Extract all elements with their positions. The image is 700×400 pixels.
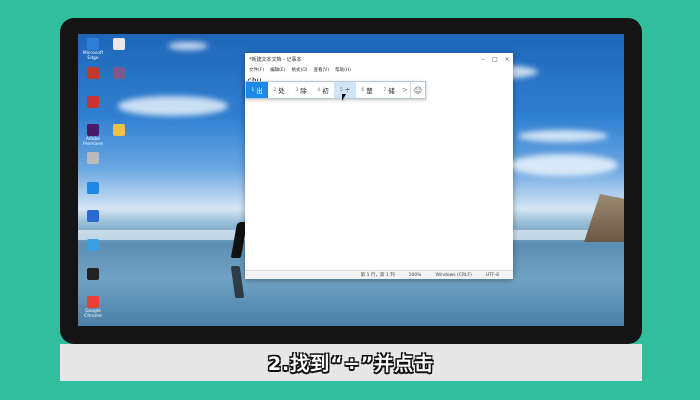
desktop-icon[interactable] [104,67,134,80]
desktop-icon[interactable] [78,152,108,165]
candidate-text: 初 [322,87,329,95]
chrome-icon [87,296,99,308]
app-icon [87,152,99,164]
ime-emoji-icon[interactable]: ☺ [410,82,425,98]
text-area[interactable]: chu [245,74,513,271]
window-title: *新建文本文档 - 记事本 [249,56,302,63]
candidate-text: 储 [388,87,395,95]
mouse-cursor-icon [342,94,346,101]
premiere-icon [87,124,99,136]
ime-candidate-4[interactable]: 4初 [312,82,334,98]
candidate-text: 除 [300,87,307,95]
candidate-text: 出 [256,87,263,95]
desktop-icon[interactable] [78,96,108,109]
status-line-ending: Windows (CRLF) [435,272,472,278]
menu-view[interactable]: 查看(V) [314,67,330,73]
caption-bar: 2.找到“÷”并点击 [60,344,642,381]
app-icon [87,239,99,251]
candidate-text: 楚 [366,87,373,95]
candidate-number: 1 [251,87,255,93]
candidate-number: 3 [295,87,299,93]
desktop-icon-label: Adobe Premiere [82,137,104,147]
cloud [168,42,208,50]
ime-next-page-icon[interactable]: > [400,82,410,98]
file-icon [113,124,125,136]
app-icon [87,268,99,280]
ime-candidate-3[interactable]: 3除 [290,82,312,98]
ime-candidate-bar: 1出 2处 3除 4初 5 ÷ 6楚 7储 > ☺ [245,81,426,99]
app-icon [87,67,99,79]
cliff [584,194,624,242]
menu-help[interactable]: 帮助(H) [335,67,351,73]
desktop-icon[interactable] [78,210,108,223]
minimize-button[interactable]: – [477,56,489,63]
desktop-icon[interactable] [78,239,108,252]
candidate-text: 处 [278,87,285,95]
menu-format[interactable]: 格式(O) [291,67,307,73]
app-icon [87,182,99,194]
desktop-icon-label: Google Chrome [84,309,102,319]
candidate-number: 5 [339,87,343,93]
runner-reflection [230,266,245,298]
desktop-icon[interactable] [104,38,134,51]
ime-candidate-7[interactable]: 7储 [378,82,400,98]
candidate-text: ÷ [344,86,351,94]
desktop-icon[interactable] [78,268,108,281]
ime-candidate-6[interactable]: 6楚 [356,82,378,98]
desktop-icon[interactable] [104,124,134,137]
file-icon [113,38,125,50]
candidate-number: 2 [273,87,277,93]
desktop-icon[interactable] [78,182,108,195]
status-bar: 第 1 行，第 1 列 100% Windows (CRLF) UTF-8 [245,270,513,279]
desktop-icon-label: Microsoft Edge [82,51,104,61]
close-button[interactable]: × [501,56,513,63]
desktop-icons: Microsoft Edge Adobe Premiere Google Chrom… [78,34,148,326]
cloud [518,130,608,142]
cloud [508,154,618,176]
edge-icon [87,38,99,50]
app-icon [87,210,99,222]
ime-candidate-1[interactable]: 1出 [246,82,268,98]
app-icon [113,67,125,79]
app-icon [87,96,99,108]
menu-bar: 文件(F) 编辑(E) 格式(O) 查看(V) 帮助(H) [245,65,513,74]
candidate-number: 6 [361,87,365,93]
status-position: 第 1 行，第 1 列 [360,273,395,278]
status-encoding: UTF-8 [485,272,499,278]
ime-candidate-2[interactable]: 2处 [268,82,290,98]
maximize-button[interactable]: □ [489,56,501,63]
desktop-screen: Microsoft Edge Adobe Premiere Google Chrom… [78,34,624,326]
notepad-titlebar[interactable]: *新建文本文档 - 记事本 – □ × [245,53,513,65]
desktop-icon[interactable]: Google Chrome [78,296,108,319]
candidate-number: 4 [317,87,321,93]
candidate-number: 7 [383,87,387,93]
step-caption: 2.找到“÷”并点击 [267,353,435,375]
status-zoom: 100% [408,272,422,278]
menu-edit[interactable]: 编辑(E) [270,67,285,73]
menu-file[interactable]: 文件(F) [249,67,264,73]
